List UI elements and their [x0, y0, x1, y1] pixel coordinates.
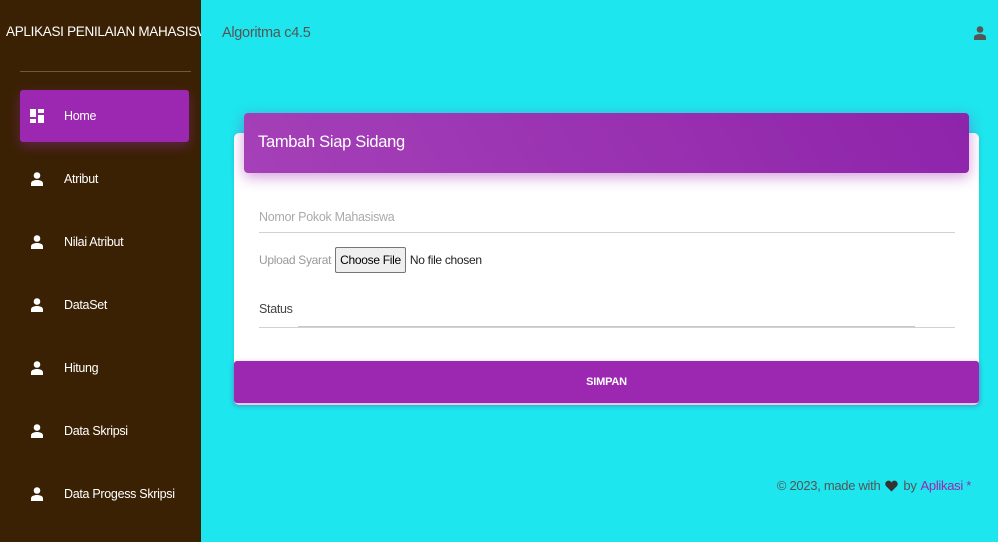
sidebar: APLIKASI PENILAIAN MAHASISWA SIAP SIDANG…	[0, 0, 201, 542]
sidebar-item-label: DataSet	[64, 298, 108, 312]
sidebar-item-label: Hitung	[64, 361, 99, 375]
person-icon	[974, 26, 986, 44]
person-icon	[30, 424, 44, 438]
sidebar-item-label: Data Skripsi	[64, 424, 128, 438]
sidebar-item-nilai-atribut[interactable]: Nilai Atribut	[20, 216, 189, 268]
footer: © 2023, made with by Aplikasi *	[777, 478, 971, 493]
person-icon	[30, 361, 44, 375]
status-select[interactable]	[298, 326, 915, 327]
page-title: Algoritma c4.5	[222, 25, 311, 41]
user-menu-button[interactable]	[974, 26, 988, 40]
status-field: Status	[259, 296, 955, 328]
sidebar-item-label: Atribut	[64, 172, 99, 186]
person-icon	[30, 298, 44, 312]
brand-title[interactable]: APLIKASI PENILAIAN MAHASISWA SIAP SIDANG	[0, 10, 201, 56]
sidebar-item-data-skripsi[interactable]: Data Skripsi	[20, 405, 189, 457]
sidebar-item-label: Data Progess Skripsi	[64, 487, 175, 501]
status-label: Status	[259, 302, 293, 316]
sidebar-divider	[20, 71, 191, 72]
person-icon	[30, 172, 44, 186]
heart-icon	[885, 480, 899, 492]
sidebar-item-dataset[interactable]: DataSet	[20, 279, 189, 331]
file-status-text: No file chosen	[409, 253, 482, 267]
dashboard-icon	[30, 109, 44, 123]
sidebar-item-data-progess-skripsi[interactable]: Data Progess Skripsi	[20, 468, 189, 520]
footer-by: by	[903, 478, 917, 493]
simpan-button[interactable]: SIMPAN	[234, 361, 979, 403]
sidebar-item-atribut[interactable]: Atribut	[20, 153, 189, 205]
footer-copyright: © 2023, made with	[776, 478, 881, 493]
upload-field: Upload Syarat Choose File No file chosen	[259, 246, 955, 274]
npm-input[interactable]	[259, 200, 955, 224]
person-icon	[30, 235, 44, 249]
sidebar-item-label: Nilai Atribut	[64, 235, 124, 249]
npm-field-container	[259, 200, 955, 233]
sidebar-item-hitung[interactable]: Hitung	[20, 342, 189, 394]
choose-file-button[interactable]: Choose File	[335, 247, 406, 273]
person-icon	[30, 487, 44, 501]
upload-label: Upload Syarat	[259, 253, 332, 267]
footer-link[interactable]: Aplikasi *	[921, 478, 972, 493]
sidebar-nav: Home Atribut Nilai Atribut DataSet Hitun…	[0, 90, 201, 520]
sidebar-item-label: Home	[64, 109, 97, 123]
sidebar-item-home[interactable]: Home	[20, 90, 189, 142]
form-card-title: Tambah Siap Sidang	[244, 113, 969, 173]
